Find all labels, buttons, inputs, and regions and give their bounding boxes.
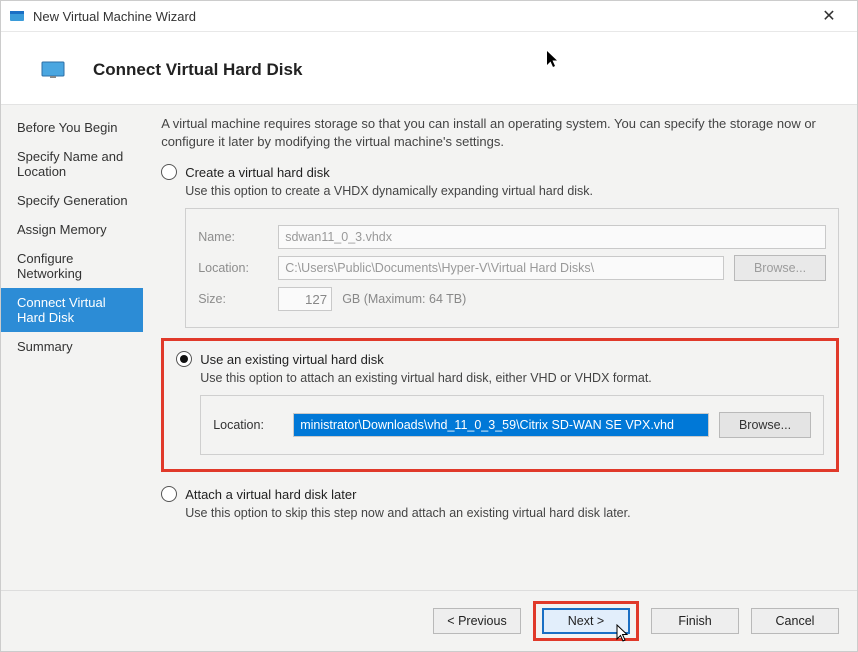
radio-existing-label: Use an existing virtual hard disk <box>200 352 384 367</box>
radio-create-row[interactable]: Create a virtual hard disk <box>161 164 839 180</box>
nav-before-you-begin[interactable]: Before You Begin <box>1 113 143 142</box>
nav-connect-virtual-hard-disk[interactable]: Connect Virtual Hard Disk <box>1 288 143 332</box>
option-create: Create a virtual hard disk Use this opti… <box>161 164 839 328</box>
nav-configure-networking[interactable]: Configure Networking <box>1 244 143 288</box>
cancel-button[interactable]: Cancel <box>751 608 839 634</box>
radio-create[interactable] <box>161 164 177 180</box>
existing-location-input[interactable] <box>293 413 709 437</box>
nav-specify-name-location[interactable]: Specify Name and Location <box>1 142 143 186</box>
radio-existing-row[interactable]: Use an existing virtual hard disk <box>176 351 824 367</box>
radio-later-row[interactable]: Attach a virtual hard disk later <box>161 486 839 502</box>
finish-button[interactable]: Finish <box>651 608 739 634</box>
create-gb-label: GB (Maximum: 64 TB) <box>342 292 466 306</box>
monitor-icon <box>41 61 65 79</box>
create-fieldgroup: Name: Location: Browse... Size: GB (Maxi… <box>185 208 839 328</box>
wizard-content: A virtual machine requires storage so th… <box>143 105 857 590</box>
existing-fieldgroup: Location: Browse... <box>200 395 824 455</box>
wizard-body: Before You Begin Specify Name and Locati… <box>1 104 857 590</box>
next-button-highlight: Next > <box>533 601 639 641</box>
radio-create-label: Create a virtual hard disk <box>185 165 330 180</box>
nav-specify-generation[interactable]: Specify Generation <box>1 186 143 215</box>
existing-browse-button[interactable]: Browse... <box>719 412 811 438</box>
titlebar: New Virtual Machine Wizard ✕ <box>1 1 857 32</box>
create-location-label: Location: <box>198 261 268 275</box>
intro-text: A virtual machine requires storage so th… <box>161 115 839 150</box>
option-later: Attach a virtual hard disk later Use thi… <box>161 486 839 520</box>
window-icon <box>9 8 25 24</box>
nav-assign-memory[interactable]: Assign Memory <box>1 215 143 244</box>
option-create-desc: Use this option to create a VHDX dynamic… <box>185 184 839 198</box>
create-size-input <box>278 287 332 311</box>
window-title: New Virtual Machine Wizard <box>33 9 809 24</box>
radio-later-label: Attach a virtual hard disk later <box>185 487 356 502</box>
option-existing-desc: Use this option to attach an existing vi… <box>200 371 824 385</box>
wizard-window: New Virtual Machine Wizard ✕ Connect Vir… <box>0 0 858 652</box>
existing-location-label: Location: <box>213 418 283 432</box>
nav-summary[interactable]: Summary <box>1 332 143 361</box>
close-button[interactable]: ✕ <box>809 6 849 26</box>
previous-button[interactable]: < Previous <box>433 608 521 634</box>
radio-later[interactable] <box>161 486 177 502</box>
create-size-label: Size: <box>198 292 268 306</box>
radio-existing[interactable] <box>176 351 192 367</box>
wizard-header: Connect Virtual Hard Disk <box>1 32 857 104</box>
next-button[interactable]: Next > <box>542 608 630 634</box>
create-name-input <box>278 225 826 249</box>
option-later-desc: Use this option to skip this step now an… <box>185 506 839 520</box>
option-existing-highlight: Use an existing virtual hard disk Use th… <box>161 338 839 472</box>
wizard-sidebar: Before You Begin Specify Name and Locati… <box>1 105 143 590</box>
create-location-input <box>278 256 724 280</box>
wizard-footer: < Previous Next > Finish Cancel <box>1 590 857 651</box>
page-title: Connect Virtual Hard Disk <box>93 60 302 80</box>
create-browse-button: Browse... <box>734 255 826 281</box>
create-name-label: Name: <box>198 230 268 244</box>
